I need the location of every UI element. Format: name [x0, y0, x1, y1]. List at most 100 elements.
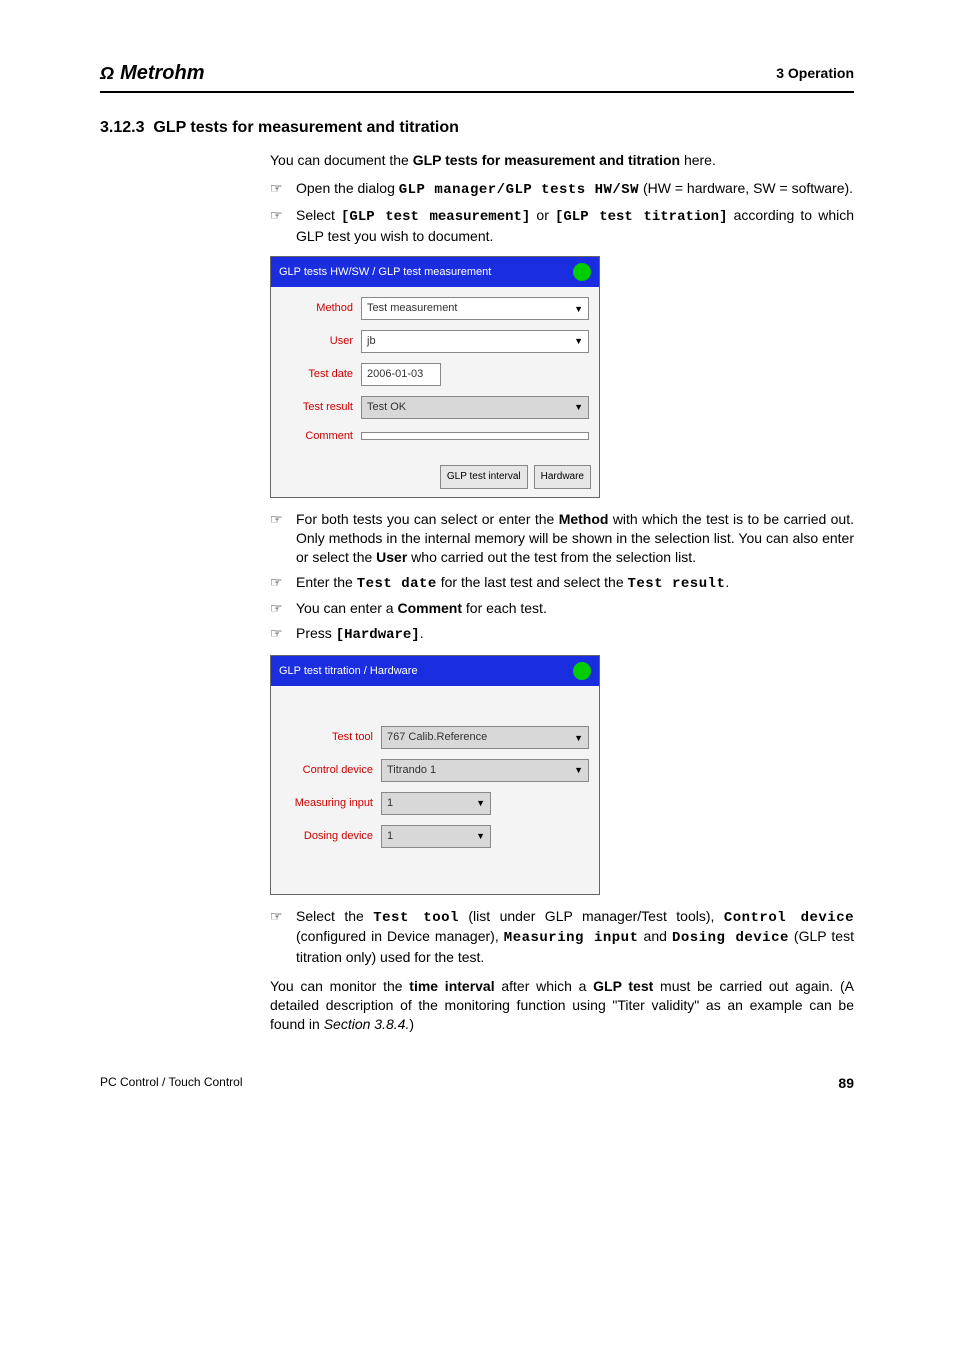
measinput-dropdown[interactable]: 1▼	[381, 792, 491, 815]
brand: Ω Metrohm	[100, 60, 205, 87]
text: .	[420, 625, 424, 641]
intro-paragraph: You can document the GLP tests for measu…	[270, 151, 854, 170]
field-value: Test measurement	[367, 301, 457, 316]
mono-text: Control device	[724, 910, 854, 926]
hardware-button[interactable]: Hardware	[534, 465, 591, 489]
dialog-glp-hardware: GLP test titration / Hardware Test tool …	[270, 655, 600, 894]
comment-input[interactable]	[361, 432, 589, 440]
page-number: 89	[838, 1074, 854, 1093]
field-value: Titrando 1	[387, 763, 436, 778]
list-item: ☞ Enter the Test date for the last test …	[270, 573, 854, 594]
text: .	[725, 574, 729, 590]
text: You can monitor the	[270, 978, 409, 994]
mono-text: Test result	[628, 576, 726, 592]
text: Select the	[296, 908, 373, 924]
bracket-text: [GLP test measurement]	[341, 209, 530, 225]
text: and	[639, 928, 672, 944]
form-row-testdate: Test date 2006-01-03	[281, 363, 589, 386]
mono-text: Test tool	[373, 910, 459, 926]
dialog-glp-measurement: GLP tests HW/SW / GLP test measurement M…	[270, 256, 600, 498]
controldevice-dropdown[interactable]: Titrando 1 ▼	[381, 759, 589, 782]
mono-text: GLP manager/GLP tests HW/SW	[399, 182, 639, 198]
text: here.	[680, 152, 716, 168]
form-row-testtool: Test tool 767 Calib.Reference▼	[281, 726, 589, 749]
form-row-dosingdevice: Dosing device 1▼	[281, 825, 589, 848]
list-item: ☞ Select the Test tool (list under GLP m…	[270, 907, 854, 968]
label-dosingdevice: Dosing device	[281, 829, 381, 844]
field-value: 2006-01-03	[367, 367, 423, 382]
italic-text: Section 3.8.4.	[324, 1016, 410, 1032]
testdate-input[interactable]: 2006-01-03	[361, 363, 441, 386]
list-item: ☞ For both tests you can select or enter…	[270, 510, 854, 567]
form-row-user: User jb▼	[281, 330, 589, 353]
form-row-testresult: Test result Test OK▼	[281, 396, 589, 419]
pointer-icon: ☞	[270, 510, 288, 567]
section-number: 3.12.3	[100, 119, 144, 136]
label-testtool: Test tool	[281, 730, 381, 745]
dialog-title-text: GLP tests HW/SW / GLP test measurement	[279, 265, 491, 280]
form-row-method: Method Test measurement▼	[281, 297, 589, 320]
section-title-text: GLP tests for measurement and titration	[153, 119, 459, 136]
mono-text: Test date	[357, 576, 437, 592]
testtool-dropdown[interactable]: 767 Calib.Reference▼	[381, 726, 589, 749]
pointer-icon: ☞	[270, 179, 288, 200]
text: (configured in Device manager),	[296, 928, 504, 944]
text: after which a	[495, 978, 594, 994]
chevron-down-icon: ▼	[574, 732, 583, 744]
bold-text: GLP test	[593, 978, 653, 994]
field-value: Test OK	[367, 400, 406, 415]
instruction-list-3: ☞ Select the Test tool (list under GLP m…	[270, 907, 854, 968]
bold-text: time interval	[409, 978, 494, 994]
dialog-title-text: GLP test titration / Hardware	[279, 664, 418, 679]
form-row-controldevice: Control device Titrando 1 ▼	[281, 759, 589, 782]
label-measinput: Measuring input	[281, 796, 381, 811]
footer-left: PC Control / Touch Control	[100, 1074, 243, 1093]
chevron-down-icon: ▼	[574, 335, 583, 347]
pointer-icon: ☞	[270, 206, 288, 246]
bold-text: GLP tests for measurement and titration	[413, 152, 680, 168]
text: Open the dialog	[296, 180, 399, 196]
text: You can document the	[270, 152, 413, 168]
text: for the last test and select the	[437, 574, 628, 590]
help-icon[interactable]	[573, 662, 591, 680]
testresult-dropdown[interactable]: Test OK ▼	[361, 396, 589, 419]
chevron-down-icon: ▼	[476, 797, 485, 809]
chevron-down-icon: ▼	[574, 764, 583, 776]
text: (list under GLP manager/Test tools),	[459, 908, 724, 924]
bold-text: User	[376, 549, 407, 565]
instruction-list-2: ☞ For both tests you can select or enter…	[270, 510, 854, 645]
chevron-down-icon: ▼	[574, 401, 583, 413]
text: )	[409, 1016, 414, 1032]
pointer-icon: ☞	[270, 599, 288, 618]
label-comment: Comment	[281, 429, 361, 444]
dialog-actions: GLP test interval Hardware	[271, 459, 599, 497]
bold-text: Comment	[397, 600, 462, 616]
dialog-titlebar: GLP test titration / Hardware	[271, 656, 599, 686]
method-dropdown[interactable]: Test measurement ▼	[361, 297, 589, 320]
chevron-down-icon: ▼	[476, 830, 485, 842]
text: Enter the	[296, 574, 357, 590]
field-value: 1	[387, 829, 393, 844]
help-icon[interactable]	[573, 263, 591, 281]
mono-text: Measuring input	[504, 930, 639, 946]
dosingdevice-dropdown[interactable]: 1▼	[381, 825, 491, 848]
text: Press	[296, 625, 336, 641]
text: or	[530, 207, 555, 223]
section-heading: 3.12.3 GLP tests for measurement and tit…	[100, 117, 854, 139]
dialog-body: Test tool 767 Calib.Reference▼ Control d…	[271, 686, 599, 893]
glp-interval-button[interactable]: GLP test interval	[440, 465, 528, 489]
dialog-titlebar: GLP tests HW/SW / GLP test measurement	[271, 257, 599, 287]
page-header: Ω Metrohm 3 Operation	[100, 60, 854, 93]
text: (HW = hardware, SW = software).	[639, 180, 853, 196]
user-dropdown[interactable]: jb▼	[361, 330, 589, 353]
omega-icon: Ω	[100, 61, 114, 85]
page-footer: PC Control / Touch Control 89	[100, 1074, 854, 1093]
text: for each test.	[462, 600, 547, 616]
text: Select	[296, 207, 341, 223]
label-controldevice: Control device	[281, 763, 381, 778]
list-item: ☞ Press [Hardware].	[270, 624, 854, 645]
instruction-list-1: ☞ Open the dialog GLP manager/GLP tests …	[270, 179, 854, 246]
field-value: 1	[387, 796, 393, 811]
form-row-measinput: Measuring input 1▼	[281, 792, 589, 815]
chevron-down-icon: ▼	[574, 303, 583, 315]
